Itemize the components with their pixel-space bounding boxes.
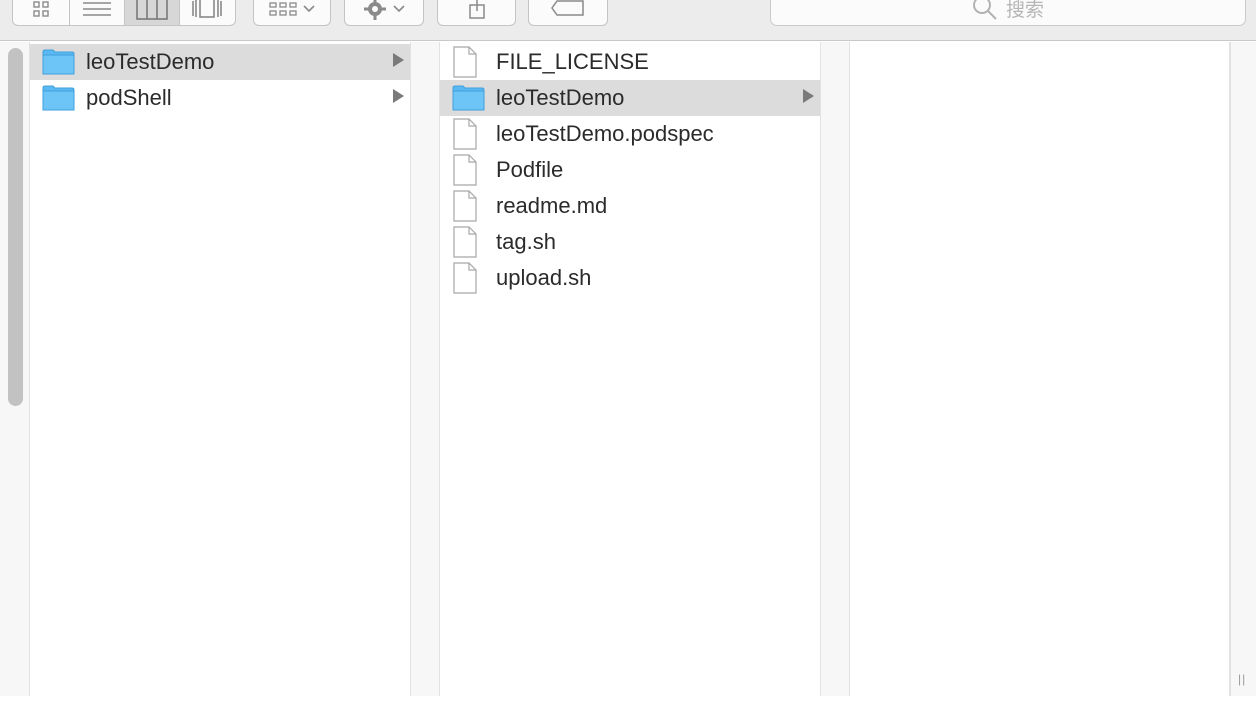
icon-view-button[interactable] <box>13 0 71 25</box>
item-label: FILE_LICENSE <box>496 49 649 74</box>
document-icon <box>453 118 477 150</box>
folder-icon <box>42 49 75 75</box>
columns-icon <box>135 0 168 20</box>
list-item[interactable]: tag.sh <box>440 224 820 260</box>
share-button[interactable] <box>437 0 516 26</box>
tags-button[interactable] <box>528 0 608 26</box>
arrange-grid-icon <box>269 2 297 16</box>
grid-icon <box>33 1 49 17</box>
list-item[interactable]: leoTestDemo <box>30 44 410 80</box>
column-divider[interactable] <box>411 42 440 696</box>
column-divider[interactable] <box>1230 42 1256 696</box>
list-item[interactable]: leoTestDemo <box>440 80 820 116</box>
item-label: readme.md <box>496 193 608 218</box>
chevron-down-icon <box>393 5 405 13</box>
document-icon <box>453 226 477 258</box>
browser-column-3 <box>850 42 1230 696</box>
chevron-down-icon <box>303 5 315 13</box>
search-icon <box>972 0 997 20</box>
disclosure-arrow-icon <box>393 53 404 67</box>
folder-icon <box>452 85 485 111</box>
item-label: leoTestDemo.podspec <box>496 121 714 146</box>
list-item[interactable]: upload.sh <box>440 260 820 296</box>
disclosure-arrow-icon <box>803 89 814 103</box>
item-label: upload.sh <box>496 265 592 290</box>
arrange-button[interactable] <box>253 0 331 26</box>
list-item[interactable]: leoTestDemo.podspec <box>440 116 820 152</box>
item-label: podShell <box>86 85 172 110</box>
cover-flow-icon <box>192 0 223 18</box>
document-icon <box>453 46 477 78</box>
column-resize-handle[interactable]: || <box>1238 672 1246 686</box>
search-placeholder: 搜索 <box>1005 0 1044 21</box>
cover-flow-view-button[interactable] <box>180 0 235 25</box>
share-icon <box>468 0 485 19</box>
vertical-scrollbar[interactable] <box>0 42 30 696</box>
search-field[interactable]: 搜索 <box>770 0 1246 26</box>
item-label: tag.sh <box>496 229 556 254</box>
browser-column-2: FILE_LICENSE leoTestDemo leoTestDemo.pod… <box>440 42 821 696</box>
item-label: leoTestDemo <box>86 49 215 74</box>
column-view-button[interactable] <box>125 0 180 25</box>
column-divider[interactable] <box>821 42 850 696</box>
action-menu-button[interactable] <box>344 0 424 26</box>
document-icon <box>453 190 477 222</box>
tag-icon <box>551 0 584 16</box>
browser-column-1: leoTestDemo podShell <box>30 42 411 696</box>
item-label: leoTestDemo <box>496 85 625 110</box>
window-bottom-area <box>0 696 1256 724</box>
scrollbar-thumb[interactable] <box>8 48 23 406</box>
document-icon <box>453 154 477 186</box>
item-label: Podfile <box>496 157 564 182</box>
list-item[interactable]: podShell <box>30 80 410 116</box>
list-view-button[interactable] <box>70 0 125 25</box>
disclosure-arrow-icon <box>393 89 404 103</box>
document-icon <box>453 262 477 294</box>
list-item[interactable]: Podfile <box>440 152 820 188</box>
finder-toolbar: 搜索 <box>0 0 1256 41</box>
list-item[interactable]: readme.md <box>440 188 820 224</box>
gear-icon <box>364 0 386 20</box>
list-icon <box>83 2 112 16</box>
list-item[interactable]: FILE_LICENSE <box>440 44 820 80</box>
folder-icon <box>42 85 75 111</box>
view-mode-segmented-control <box>12 0 236 26</box>
